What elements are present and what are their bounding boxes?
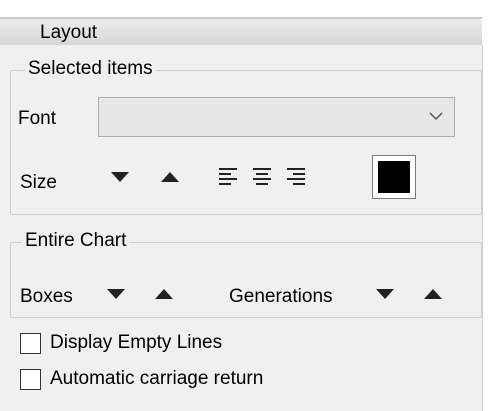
generations-increase-button[interactable] [422, 285, 444, 303]
display-empty-lines-label[interactable]: Display Empty Lines [50, 332, 222, 354]
automatic-carriage-return-checkbox[interactable] [20, 369, 41, 390]
triangle-up-icon [424, 289, 442, 299]
boxes-label: Boxes [20, 286, 73, 307]
boxes-increase-button[interactable] [153, 285, 175, 303]
display-empty-lines-checkbox[interactable] [20, 333, 41, 354]
boxes-decrease-button[interactable] [105, 285, 127, 303]
selected-items-title: Selected items [25, 58, 156, 80]
triangle-down-icon [107, 289, 125, 299]
triangle-down-icon [111, 172, 129, 182]
align-left-button[interactable] [218, 166, 238, 186]
font-label: Font [18, 108, 57, 129]
triangle-down-icon [376, 289, 394, 299]
font-select[interactable] [98, 97, 455, 137]
triangle-up-icon [161, 172, 179, 182]
triangle-up-icon [155, 289, 173, 299]
text-color-button[interactable] [372, 155, 416, 199]
size-label: Size [20, 172, 57, 193]
entire-chart-title: Entire Chart [22, 230, 130, 252]
align-center-button[interactable] [252, 166, 272, 186]
generations-decrease-button[interactable] [374, 285, 396, 303]
color-swatch-fill [378, 161, 410, 193]
size-increase-button[interactable] [159, 168, 181, 186]
panel-header: Layout [0, 17, 482, 47]
align-right-button[interactable] [286, 166, 306, 186]
generations-label: Generations [229, 286, 333, 307]
panel-title: Layout [40, 22, 98, 43]
chevron-down-icon [429, 112, 443, 121]
automatic-carriage-return-label[interactable]: Automatic carriage return [50, 368, 263, 390]
size-decrease-button[interactable] [109, 168, 131, 186]
